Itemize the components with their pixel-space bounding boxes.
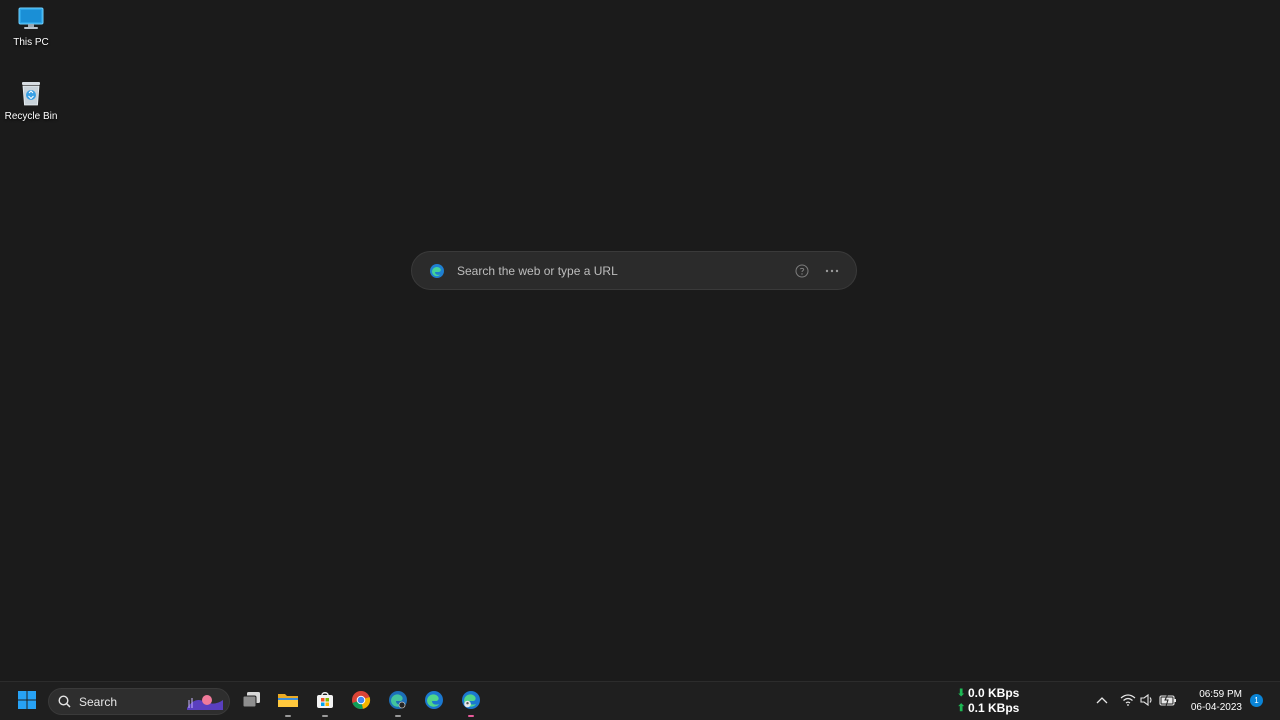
windows-logo-icon (17, 690, 37, 715)
task-view-button[interactable] (237, 687, 267, 717)
volume-icon[interactable] (1138, 691, 1156, 709)
upload-arrow-icon: ⬆ (957, 703, 966, 714)
desktop-icon-label: This PC (13, 37, 49, 48)
running-indicator (285, 715, 291, 717)
search-icon (58, 695, 71, 708)
desktop: This PC Recycle Bin (0, 0, 1280, 681)
edge-button[interactable] (419, 687, 449, 717)
network-speed-widget: ⬇ 0.0 KBps ⬆ 0.1 KBps (957, 686, 1019, 716)
edge-profile-button[interactable] (456, 687, 486, 717)
desktop-icon-this-pc[interactable]: This PC (0, 4, 62, 48)
clock-date: 06-04-2023 (1190, 702, 1242, 713)
store-icon (315, 690, 335, 715)
running-indicator (322, 715, 328, 717)
chrome-icon (351, 690, 371, 715)
edge-dev-icon (388, 690, 408, 715)
edge-icon (424, 690, 444, 715)
newtab-search-input[interactable] (455, 262, 790, 279)
microsoft-store-button[interactable] (310, 687, 340, 717)
upload-speed: 0.1 KBps (968, 701, 1020, 715)
search-highlight-icon (185, 692, 225, 712)
task-view-icon (242, 691, 262, 714)
active-indicator (468, 715, 474, 717)
battery-charging-icon[interactable] (1159, 691, 1177, 709)
newtab-search-box[interactable] (411, 251, 857, 290)
edge-profile-icon (461, 690, 481, 715)
chrome-button[interactable] (346, 687, 376, 717)
start-button[interactable] (12, 687, 42, 717)
monitor-icon (16, 4, 46, 34)
clock-time: 06:59 PM (1199, 689, 1242, 700)
taskbar: Search ⬇ 0.0 KBps ⬆ 0.1 KBps 06:59 PM 06… (0, 681, 1280, 720)
folder-icon (277, 691, 299, 714)
notification-badge[interactable]: 1 (1250, 694, 1263, 707)
edge-logo-icon (429, 263, 445, 279)
desktop-icon-recycle-bin[interactable]: Recycle Bin (0, 78, 62, 122)
download-arrow-icon: ⬇ (957, 688, 966, 699)
wifi-icon[interactable] (1119, 691, 1137, 709)
chevron-up-icon[interactable] (1093, 691, 1111, 709)
taskbar-search[interactable]: Search (48, 688, 230, 715)
download-speed: 0.0 KBps (968, 686, 1020, 700)
system-clock[interactable]: 06:59 PM 06-04-2023 (1178, 688, 1242, 714)
taskbar-search-label: Search (79, 694, 118, 709)
edge-dev-button[interactable] (383, 687, 413, 717)
recycle-bin-icon (16, 78, 46, 108)
file-explorer-button[interactable] (273, 687, 303, 717)
running-indicator (395, 715, 401, 717)
desktop-icon-label: Recycle Bin (4, 111, 58, 122)
more-options-icon[interactable] (820, 259, 844, 283)
help-icon[interactable] (790, 259, 814, 283)
